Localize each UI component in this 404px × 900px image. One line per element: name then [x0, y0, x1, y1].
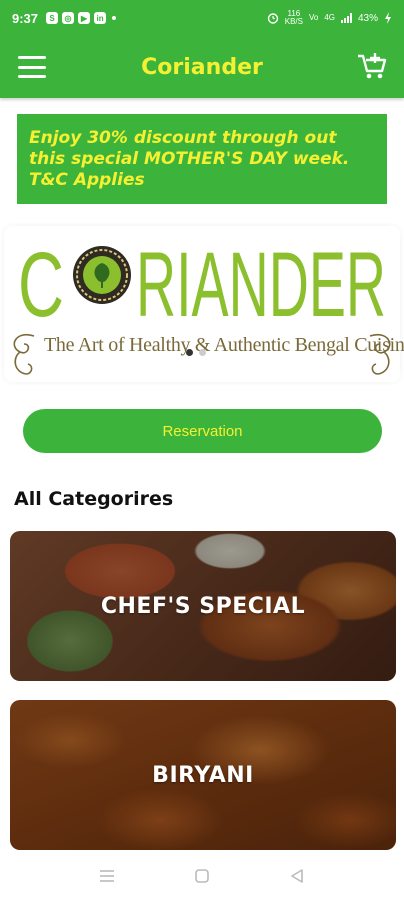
cart-button[interactable]	[356, 50, 388, 82]
network-speed: 116 KB/S	[285, 10, 303, 26]
back-button[interactable]	[285, 864, 309, 888]
status-app-icons: S ◎ ▶ in	[46, 12, 117, 24]
recent-apps-button[interactable]	[95, 864, 119, 888]
more-notifications-dot-icon	[112, 16, 117, 20]
promo-text: Enjoy 30% discount through out this spec…	[29, 128, 350, 190]
reservation-button[interactable]: Reservation	[23, 409, 382, 453]
category-card-chefs-special[interactable]: CHEF'S SPECIAL	[10, 531, 396, 681]
status-indicators: 116 KB/S Vo 4G 43%	[267, 10, 392, 26]
app-title: Coriander	[141, 54, 263, 80]
notification-app-icon: S	[46, 12, 59, 24]
coriander-logo: C RIANDER	[18, 234, 386, 328]
linkedin-icon: in	[94, 12, 107, 24]
left-flourish-icon	[13, 333, 35, 375]
alarm-icon	[267, 13, 278, 24]
svg-text:C: C	[18, 234, 64, 328]
logo-tagline: The Art of Healthy & Authentic Bengal Cu…	[44, 334, 404, 356]
home-button[interactable]	[190, 864, 214, 888]
recents-menu-icon	[100, 870, 115, 882]
category-label: BIRYANI	[152, 762, 254, 788]
system-nav-bar	[0, 852, 404, 900]
category-card-biryani[interactable]: BIRYANI	[10, 700, 396, 850]
category-label: CHEF'S SPECIAL	[100, 593, 306, 619]
network-type-indicator: 4G	[324, 13, 335, 22]
logo-brand-text: RIANDER	[136, 234, 386, 328]
carousel-dot-active[interactable]	[186, 349, 193, 356]
promo-banner: Enjoy 30% discount through out this spec…	[17, 114, 387, 204]
home-square-icon	[195, 869, 209, 883]
hamburger-menu-icon	[18, 56, 46, 59]
logo-carousel[interactable]: C RIANDER The Art of Healthy & Authentic…	[4, 226, 404, 382]
app-bar: Coriander	[0, 36, 404, 98]
charging-icon	[385, 12, 391, 24]
carousel-indicator	[186, 349, 206, 356]
network-speed-unit: KB/S	[284, 17, 303, 26]
menu-button[interactable]	[18, 56, 46, 78]
instagram-icon: ◎	[62, 12, 75, 24]
volte-indicator: Vo	[308, 13, 319, 22]
categories-heading: All Categorires	[14, 488, 174, 510]
carousel-dot[interactable]	[199, 349, 206, 356]
add-to-cart-icon	[358, 53, 387, 79]
status-bar: 9:37 S ◎ ▶ in 116 KB/S Vo 4G 43%	[0, 0, 404, 36]
battery-level: 43%	[357, 12, 378, 24]
signal-strength-icon	[340, 13, 352, 23]
back-triangle-icon	[290, 869, 303, 883]
youtube-icon: ▶	[78, 12, 91, 24]
status-time: 9:37	[12, 10, 39, 26]
